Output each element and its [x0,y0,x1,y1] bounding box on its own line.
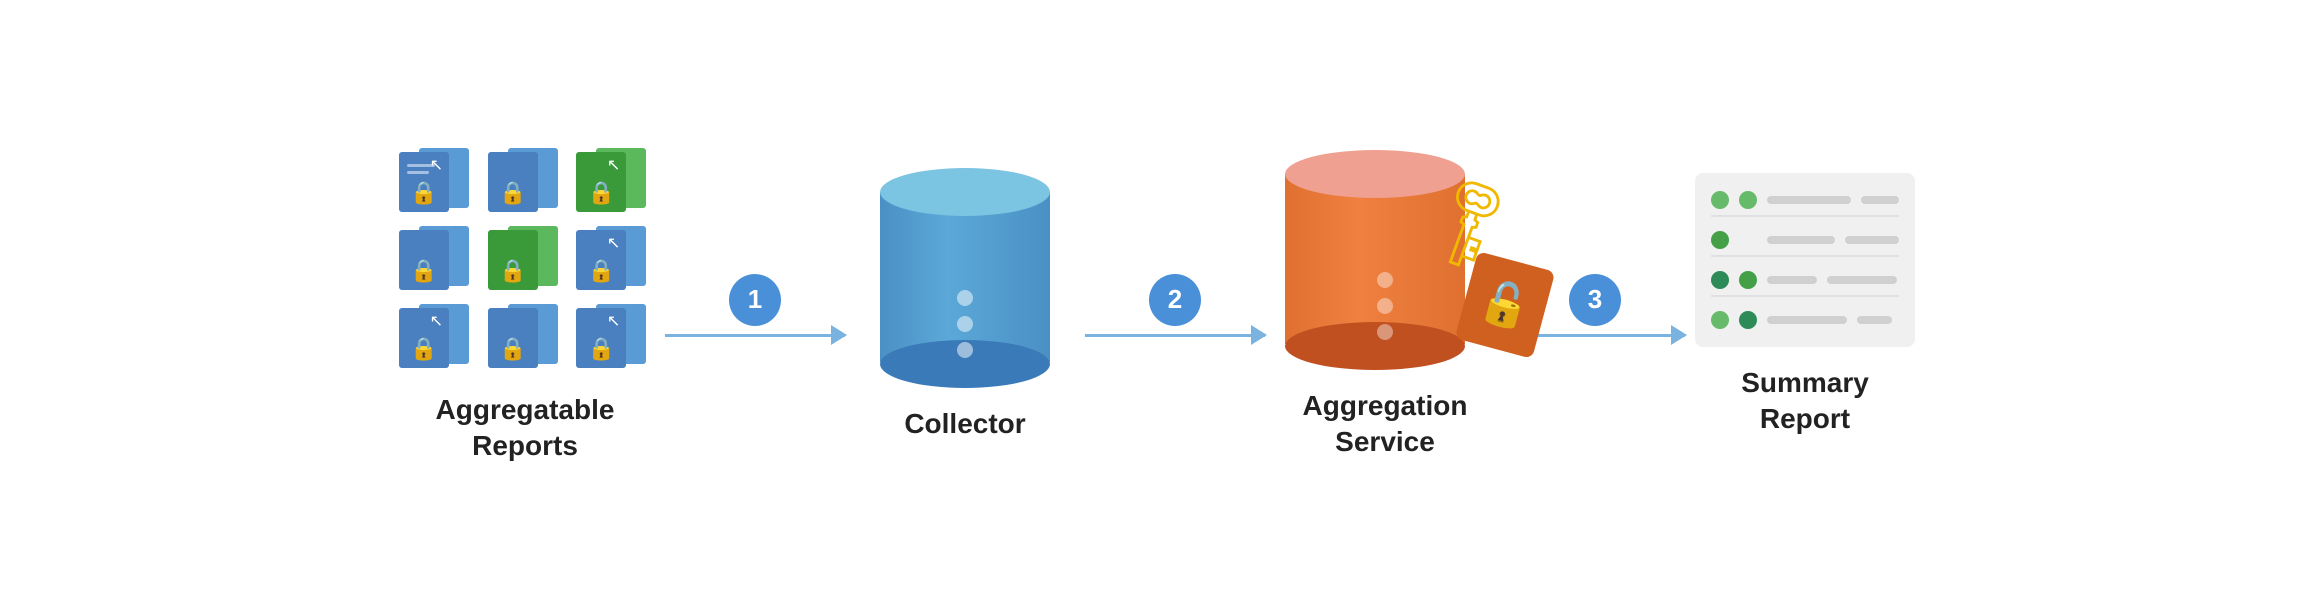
dot-4b [1739,311,1757,329]
aggregation-dot-1 [1377,272,1393,288]
report-card-7: ↖ 🔒 [395,302,473,374]
summary-row-3 [1711,265,1899,297]
arrow-1-badge: 1 [729,274,781,326]
dot-1b [1739,191,1757,209]
collector-dots [957,290,973,358]
arrow-1-container: 1 [655,274,855,337]
dot-3a [1711,271,1729,289]
report-card-4: 🔒 [395,224,473,296]
bar-4 [1767,316,1847,324]
arrow-2-line [1085,334,1265,337]
report-card-6: ↖ 🔒 [572,224,650,296]
node-collector: Collector [855,168,1075,442]
aggregation-dot-2 [1377,298,1393,314]
diagram-container: ↖ 🔒 🔒 ↖ 🔒 [0,126,2310,485]
dot-4a [1711,311,1729,329]
aggregation-bottom [1285,322,1465,370]
collector-cylinder [880,168,1050,388]
aggregation-cylinder: 🗝 🔓 [1285,150,1485,370]
collector-dot-2 [957,316,973,332]
bar-2b [1845,236,1899,244]
bar-4b [1857,316,1892,324]
aggregation-service-label: Aggregation Service [1303,388,1468,461]
report-card-2: 🔒 [484,146,562,218]
dot-3b [1739,271,1757,289]
collector-dot-3 [957,342,973,358]
dot-2a [1711,231,1729,249]
arrow-2-container: 2 [1075,274,1275,337]
bar-3b [1827,276,1897,284]
aggregation-dot-3 [1377,324,1393,340]
report-card-3: ↖ 🔒 [572,146,650,218]
lock-open-icon: 🔓 [1473,274,1536,335]
aggregation-dots [1377,272,1393,340]
collector-top [880,168,1050,216]
report-card-9: ↖ 🔒 [572,302,650,374]
summary-report-label: Summary Report [1741,365,1869,438]
bar-1 [1767,196,1851,204]
arrow-3-badge: 3 [1569,274,1621,326]
dot-1a [1711,191,1729,209]
summary-row-4 [1711,305,1899,335]
summary-report-visual [1695,173,1915,347]
dot-2b-empty [1739,231,1757,249]
report-card-5: 🔒 [484,224,562,296]
report-card-1: ↖ 🔒 [395,146,473,218]
node-aggregatable-reports: ↖ 🔒 🔒 ↖ 🔒 [395,146,655,465]
arrow-2-badge: 2 [1149,274,1201,326]
bar-1b [1861,196,1899,204]
report-card-8: 🔒 [484,302,562,374]
summary-row-2 [1711,225,1899,257]
aggregation-icon-group: 🗝 🔓 [1285,150,1485,370]
node-summary-report: Summary Report [1695,173,1915,438]
reports-grid: ↖ 🔒 🔒 ↖ 🔒 [395,146,655,374]
arrow-1-line [665,334,845,337]
summary-row-1 [1711,185,1899,217]
bar-3 [1767,276,1817,284]
collector-label: Collector [904,406,1025,442]
collector-dot-1 [957,290,973,306]
node-aggregation-service: 🗝 🔓 Aggregation Service [1275,150,1495,461]
bar-2 [1767,236,1836,244]
aggregatable-reports-label: Aggregatable Reports [436,392,615,465]
